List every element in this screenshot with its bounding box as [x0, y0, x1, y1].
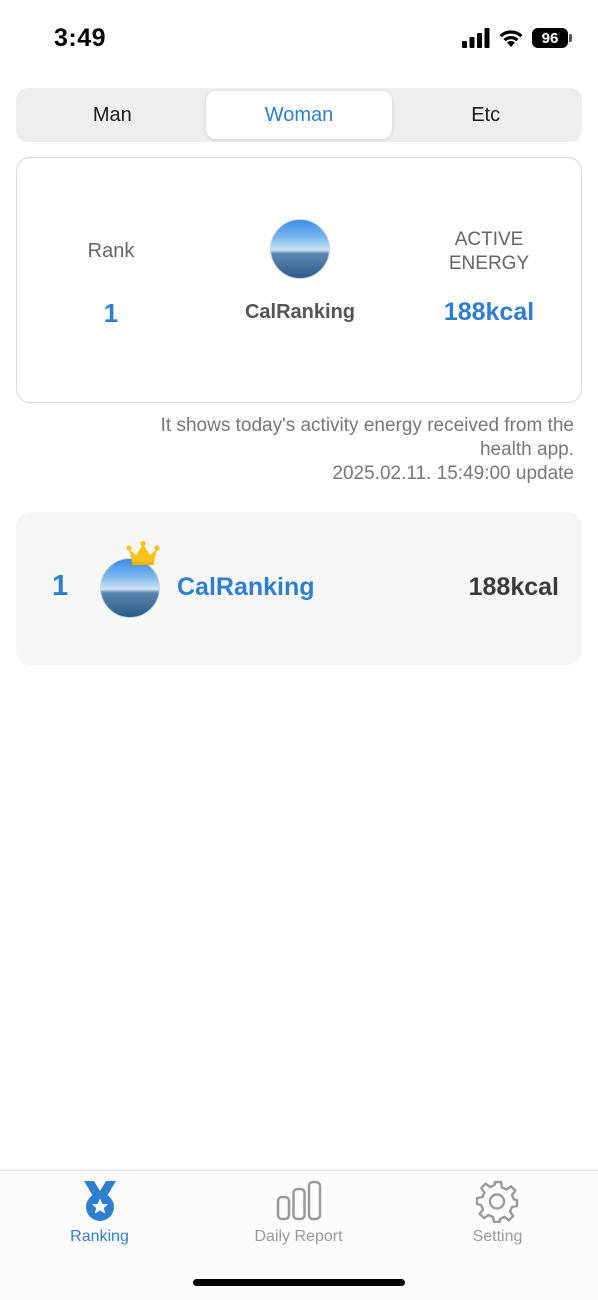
crown-icon — [126, 540, 160, 565]
wifi-icon — [499, 30, 523, 47]
tab-daily-report[interactable]: Daily Report — [199, 1179, 398, 1246]
battery-level: 96 — [541, 29, 559, 47]
my-rank-card: Rank 1 CalRanking ACTIVE ENERGY 188kcal — [16, 157, 582, 403]
rank-value: 1 — [103, 298, 119, 328]
rank-column: Rank 1 — [17, 158, 205, 402]
energy-value: 188kcal — [443, 298, 535, 326]
home-indicator — [193, 1279, 405, 1286]
gear-icon — [475, 1180, 518, 1223]
info-line2: health app. — [479, 439, 574, 460]
energy-column: ACTIVE ENERGY 188kcal — [395, 158, 583, 402]
row-avatar-wrap — [100, 540, 162, 620]
status-time: 3:49 — [54, 24, 107, 52]
status-icons: 96 — [462, 26, 572, 50]
battery-tip — [569, 34, 572, 42]
tab-label-setting: Setting — [472, 1228, 523, 1245]
tab-label-daily-report: Daily Report — [254, 1228, 343, 1245]
tab-label-ranking: Ranking — [70, 1228, 129, 1245]
rank-label: Rank — [87, 240, 135, 262]
segment-woman[interactable]: Woman — [205, 91, 393, 139]
active-energy-label: ACTIVE ENERGY — [395, 228, 583, 276]
tab-setting[interactable]: Setting — [398, 1179, 597, 1246]
row-name: CalRanking — [177, 573, 315, 601]
segment-man[interactable]: Man — [19, 91, 206, 139]
energy-label-line2: ENERGY — [448, 253, 530, 274]
battery-icon: 96 — [532, 28, 568, 48]
info-text: It shows today's activity energy receive… — [94, 414, 574, 486]
update-timestamp: 2025.02.11. 15:49:00 update — [332, 463, 574, 484]
info-line1: It shows today's activity energy receive… — [160, 415, 574, 436]
avatar — [100, 558, 160, 618]
ranking-list-item[interactable]: 1 CalRanking 188kcal — [16, 512, 582, 665]
gender-segmented-control: Man Woman Etc — [16, 88, 582, 142]
row-rank: 1 — [52, 570, 69, 602]
bar-chart-icon — [276, 1180, 321, 1221]
user-name: CalRanking — [244, 301, 356, 323]
user-column: CalRanking — [206, 158, 394, 402]
segment-etc[interactable]: Etc — [392, 91, 579, 139]
tab-ranking[interactable]: Ranking — [0, 1179, 199, 1246]
medal-icon — [83, 1181, 116, 1221]
row-value: 188kcal — [468, 573, 559, 601]
avatar — [270, 219, 330, 279]
cellular-signal-icon — [462, 28, 490, 48]
energy-label-line1: ACTIVE — [454, 229, 524, 250]
status-bar: 3:49 96 — [0, 0, 598, 76]
